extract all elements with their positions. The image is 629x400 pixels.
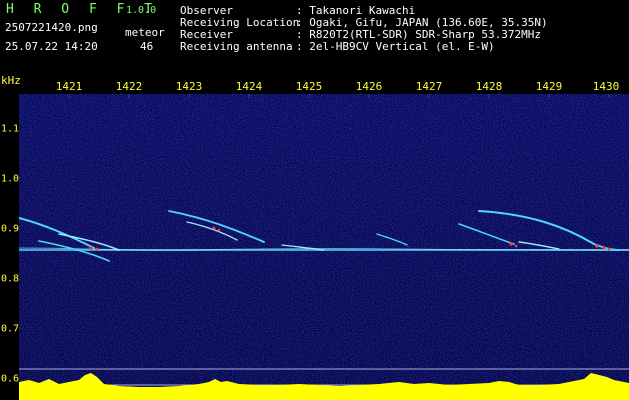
antenna-label: Receiving antenna: [180, 40, 293, 53]
x-tick-label: 1426: [355, 80, 383, 93]
x-tick-label: 1430: [592, 80, 620, 93]
meteor-count: 46: [140, 40, 154, 53]
datetime: 25.07.22 14:20: [5, 40, 98, 53]
app-version: 1.0.0: [126, 5, 157, 16]
x-tick-label: 1425: [295, 80, 323, 93]
x-tick-label: 1428: [475, 80, 503, 93]
x-tick-label: 1424: [235, 80, 263, 93]
x-tick-label: 1422: [115, 80, 143, 93]
mode-label: meteor: [125, 26, 165, 39]
x-tick-label: 1421: [55, 80, 83, 93]
y-tick-label: 0.7: [1, 323, 20, 335]
y-unit-label: kHz: [1, 74, 21, 87]
x-tick-label: 1423: [175, 80, 203, 93]
frequency-axis: 1.1 1.0 0.9 0.8 0.7 0.6: [0, 94, 19, 400]
spectrogram-display: [19, 94, 629, 400]
time-axis: kHz 1421 1422 1423 1424 1425 1426 1427 1…: [0, 72, 629, 94]
header: H R O F F T 1.0.0 2507221420.png meteor …: [0, 0, 629, 72]
antenna-value: : 2el-HB9CV Vertical (el. E-W): [296, 40, 495, 53]
y-tick-label: 0.8: [1, 273, 20, 285]
y-tick-label: 1.0: [1, 173, 20, 185]
spectrogram-canvas: [19, 94, 629, 400]
file-name: 2507221420.png: [5, 21, 98, 34]
y-tick-label: 0.6: [1, 373, 20, 385]
y-tick-label: 0.9: [1, 223, 20, 235]
x-tick-label: 1429: [535, 80, 563, 93]
x-tick-label: 1427: [415, 80, 443, 93]
y-tick-label: 1.1: [1, 123, 20, 135]
